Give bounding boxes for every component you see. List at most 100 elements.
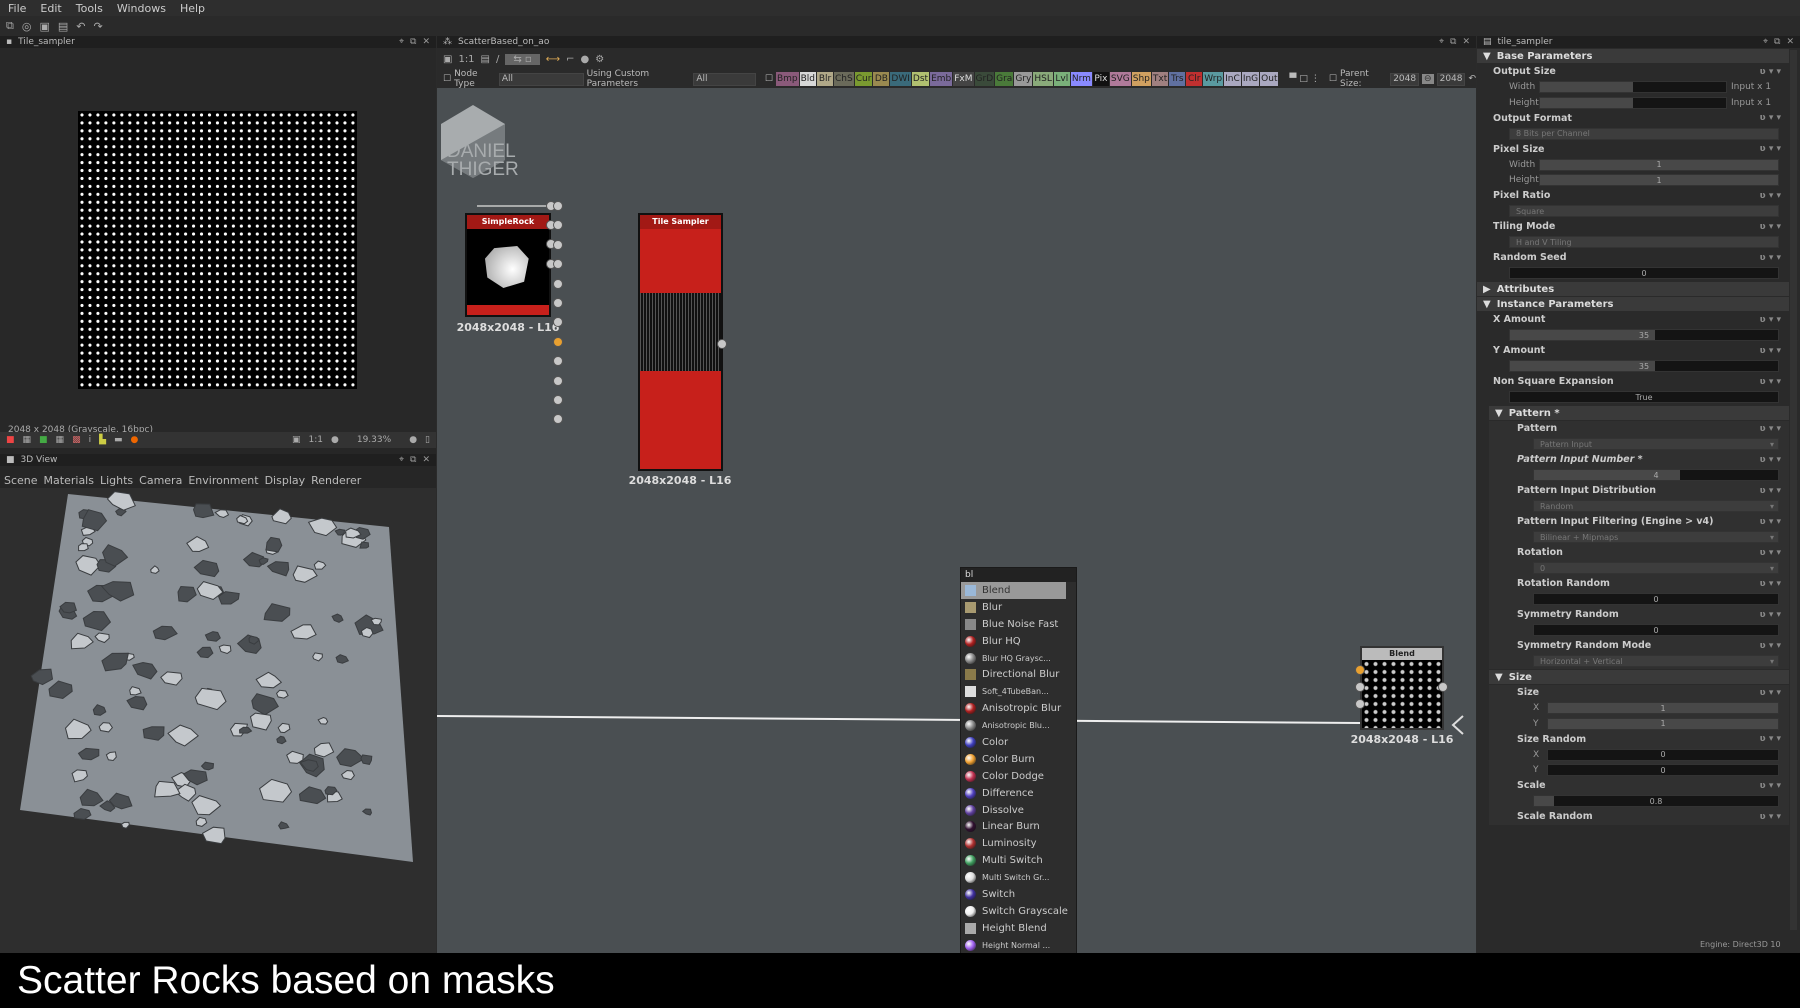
param-options-icon[interactable]: ʋ ▾ ▾ [1760,222,1781,232]
input-pin[interactable] [553,239,563,250]
search-result-item[interactable]: Blur [961,599,1076,616]
search-result-item[interactable]: Anisotropic Blu... [961,717,1076,734]
size-select[interactable]: 2048 [1436,72,1466,86]
slider-field[interactable] [1539,81,1727,94]
pin-icon[interactable]: ⌖ [399,37,404,47]
channels-icon[interactable]: ■ [6,435,15,445]
link-icon[interactable]: ⟷ [546,54,560,65]
checkbox-icon[interactable]: ☐ [1329,74,1337,84]
filter-grd[interactable]: GrD [974,72,995,86]
search-result-item[interactable]: Color Dodge [961,768,1076,785]
param-options-icon[interactable]: ʋ ▾ ▾ [1760,113,1781,123]
float-icon[interactable]: ⧉ [410,455,416,465]
pin-icon[interactable]: ⌖ [1763,37,1768,47]
slider-field[interactable]: 1 [1547,717,1779,730]
slider-field[interactable]: 0 [1533,624,1779,637]
output-pin[interactable] [717,339,727,349]
search-result-item[interactable]: Soft_4TubeBan... [961,683,1076,700]
3d-menu-lights[interactable]: Lights [100,474,133,487]
3d-menu-environment[interactable]: Environment [188,474,258,487]
param-options-icon[interactable]: ʋ ▾ ▾ [1760,688,1781,698]
param-options-icon[interactable]: ʋ ▾ ▾ [1760,455,1781,465]
slider-field[interactable]: 0.8 [1533,795,1779,808]
slider-field[interactable]: True [1509,391,1779,404]
properties-scrollbar[interactable] [1790,50,1797,930]
param-options-icon[interactable]: ʋ ▾ ▾ [1760,377,1781,387]
filter-dwi[interactable]: DWI [890,72,911,86]
grid-icon[interactable]: ▦ [56,435,65,445]
parent-size-select[interactable]: 2048 [1390,72,1420,86]
search-result-item[interactable]: Difference [961,785,1076,802]
redo-icon[interactable]: ↷ [94,20,103,33]
rgb-icon[interactable]: ● [131,435,139,445]
graph-canvas[interactable]: DANIEL THIGER SimpleRock 2048x2048 - L16 … [437,88,1476,1005]
section-header[interactable]: ▶ Attributes [1477,282,1789,296]
param-options-icon[interactable]: ʋ ▾ ▾ [1760,517,1781,527]
3d-viewport[interactable] [0,488,436,953]
info-icon[interactable]: i [89,435,92,445]
section-header[interactable]: ▼ Size [1489,670,1789,684]
3d-menu-display[interactable]: Display [265,474,306,487]
dropdown-field[interactable]: 0 ▾ [1533,562,1779,575]
section-header[interactable]: ▼ Base Parameters [1477,49,1789,63]
param-options-icon[interactable]: ʋ ▾ ▾ [1760,67,1781,77]
float-icon[interactable]: ⧉ [1774,37,1780,47]
param-options-icon[interactable]: ʋ ▾ ▾ [1760,253,1781,263]
menu-file[interactable]: File [8,2,26,15]
node-search-input[interactable]: bl [961,568,1076,582]
slider-field[interactable]: 0 [1547,748,1779,761]
dropdown-field[interactable]: H and V Tiling [1509,236,1779,249]
menu-edit[interactable]: Edit [40,2,61,15]
filter-hsl[interactable]: HSL [1033,72,1053,86]
3d-menu-scene[interactable]: Scene [4,474,38,487]
search-result-item[interactable]: Height Normal ... [961,937,1076,954]
3d-menu-materials[interactable]: Materials [44,474,94,487]
bulb-icon[interactable]: ● [580,54,589,65]
param-options-icon[interactable]: ʋ ▾ ▾ [1760,641,1781,651]
close-icon[interactable]: ✕ [422,37,430,47]
float-icon[interactable]: ⧉ [1450,37,1456,47]
param-options-icon[interactable]: ʋ ▾ ▾ [1760,144,1781,154]
filter-pix[interactable]: Pix [1092,72,1109,86]
input-pin[interactable] [1355,699,1365,709]
3d-menu-renderer[interactable]: Renderer [311,474,361,487]
search-result-item[interactable]: Anisotropic Blur [961,700,1076,717]
filter-out[interactable]: Out [1260,72,1279,86]
zoom-in-icon[interactable]: ● [409,435,417,445]
search-result-item[interactable]: Linear Burn [961,818,1076,835]
dropdown-field[interactable]: Pattern Input ▾ [1533,438,1779,451]
checkbox-icon[interactable]: ☐ [443,74,451,84]
param-options-icon[interactable]: ʋ ▾ ▾ [1760,610,1781,620]
filter-clr[interactable]: Clr [1186,72,1203,86]
search-result-item[interactable]: Blur HQ [961,633,1076,650]
search-result-item[interactable]: Switch [961,886,1076,903]
filter-txt[interactable]: Txt [1151,72,1169,86]
search-result-item[interactable]: Luminosity [961,835,1076,852]
search-result-item[interactable]: Color [961,734,1076,751]
color-picker-icon[interactable]: ▬ [114,435,123,445]
pin-icon[interactable]: ⌖ [1439,37,1444,47]
param-options-icon[interactable]: ʋ ▾ ▾ [1760,812,1781,822]
expand-arrow-icon[interactable]: ▶ [1483,284,1491,295]
custom-params-select[interactable]: All [693,72,756,86]
node-tile-sampler[interactable]: Tile Sampler [638,213,723,471]
close-icon[interactable]: ✕ [1462,37,1470,47]
tiling-icon[interactable]: ▦ [23,435,32,445]
slider-field[interactable]: 1 [1539,158,1779,171]
search-result-item[interactable]: Dissolve [961,802,1076,819]
param-options-icon[interactable]: ʋ ▾ ▾ [1760,734,1781,744]
more-icon[interactable]: ⋮ [1311,74,1320,84]
menu-help[interactable]: Help [180,2,205,15]
search-result-item[interactable]: Blue Noise Fast [961,616,1076,633]
input-pin[interactable] [1355,665,1365,675]
undo-icon[interactable]: ↶ [76,20,85,33]
float-icon[interactable]: ⧉ [410,37,416,47]
filter-chs[interactable]: ChS [834,72,854,86]
comment-icon[interactable]: ▀ [1289,74,1296,84]
input-pin[interactable] [553,395,563,405]
ratio-button[interactable]: 1:1 [309,435,323,445]
param-options-icon[interactable]: ʋ ▾ ▾ [1760,486,1781,496]
filter-gra[interactable]: Gra [995,72,1014,86]
search-result-item[interactable]: Height Blend [961,920,1076,937]
alpha-icon[interactable]: ▩ [72,435,81,445]
